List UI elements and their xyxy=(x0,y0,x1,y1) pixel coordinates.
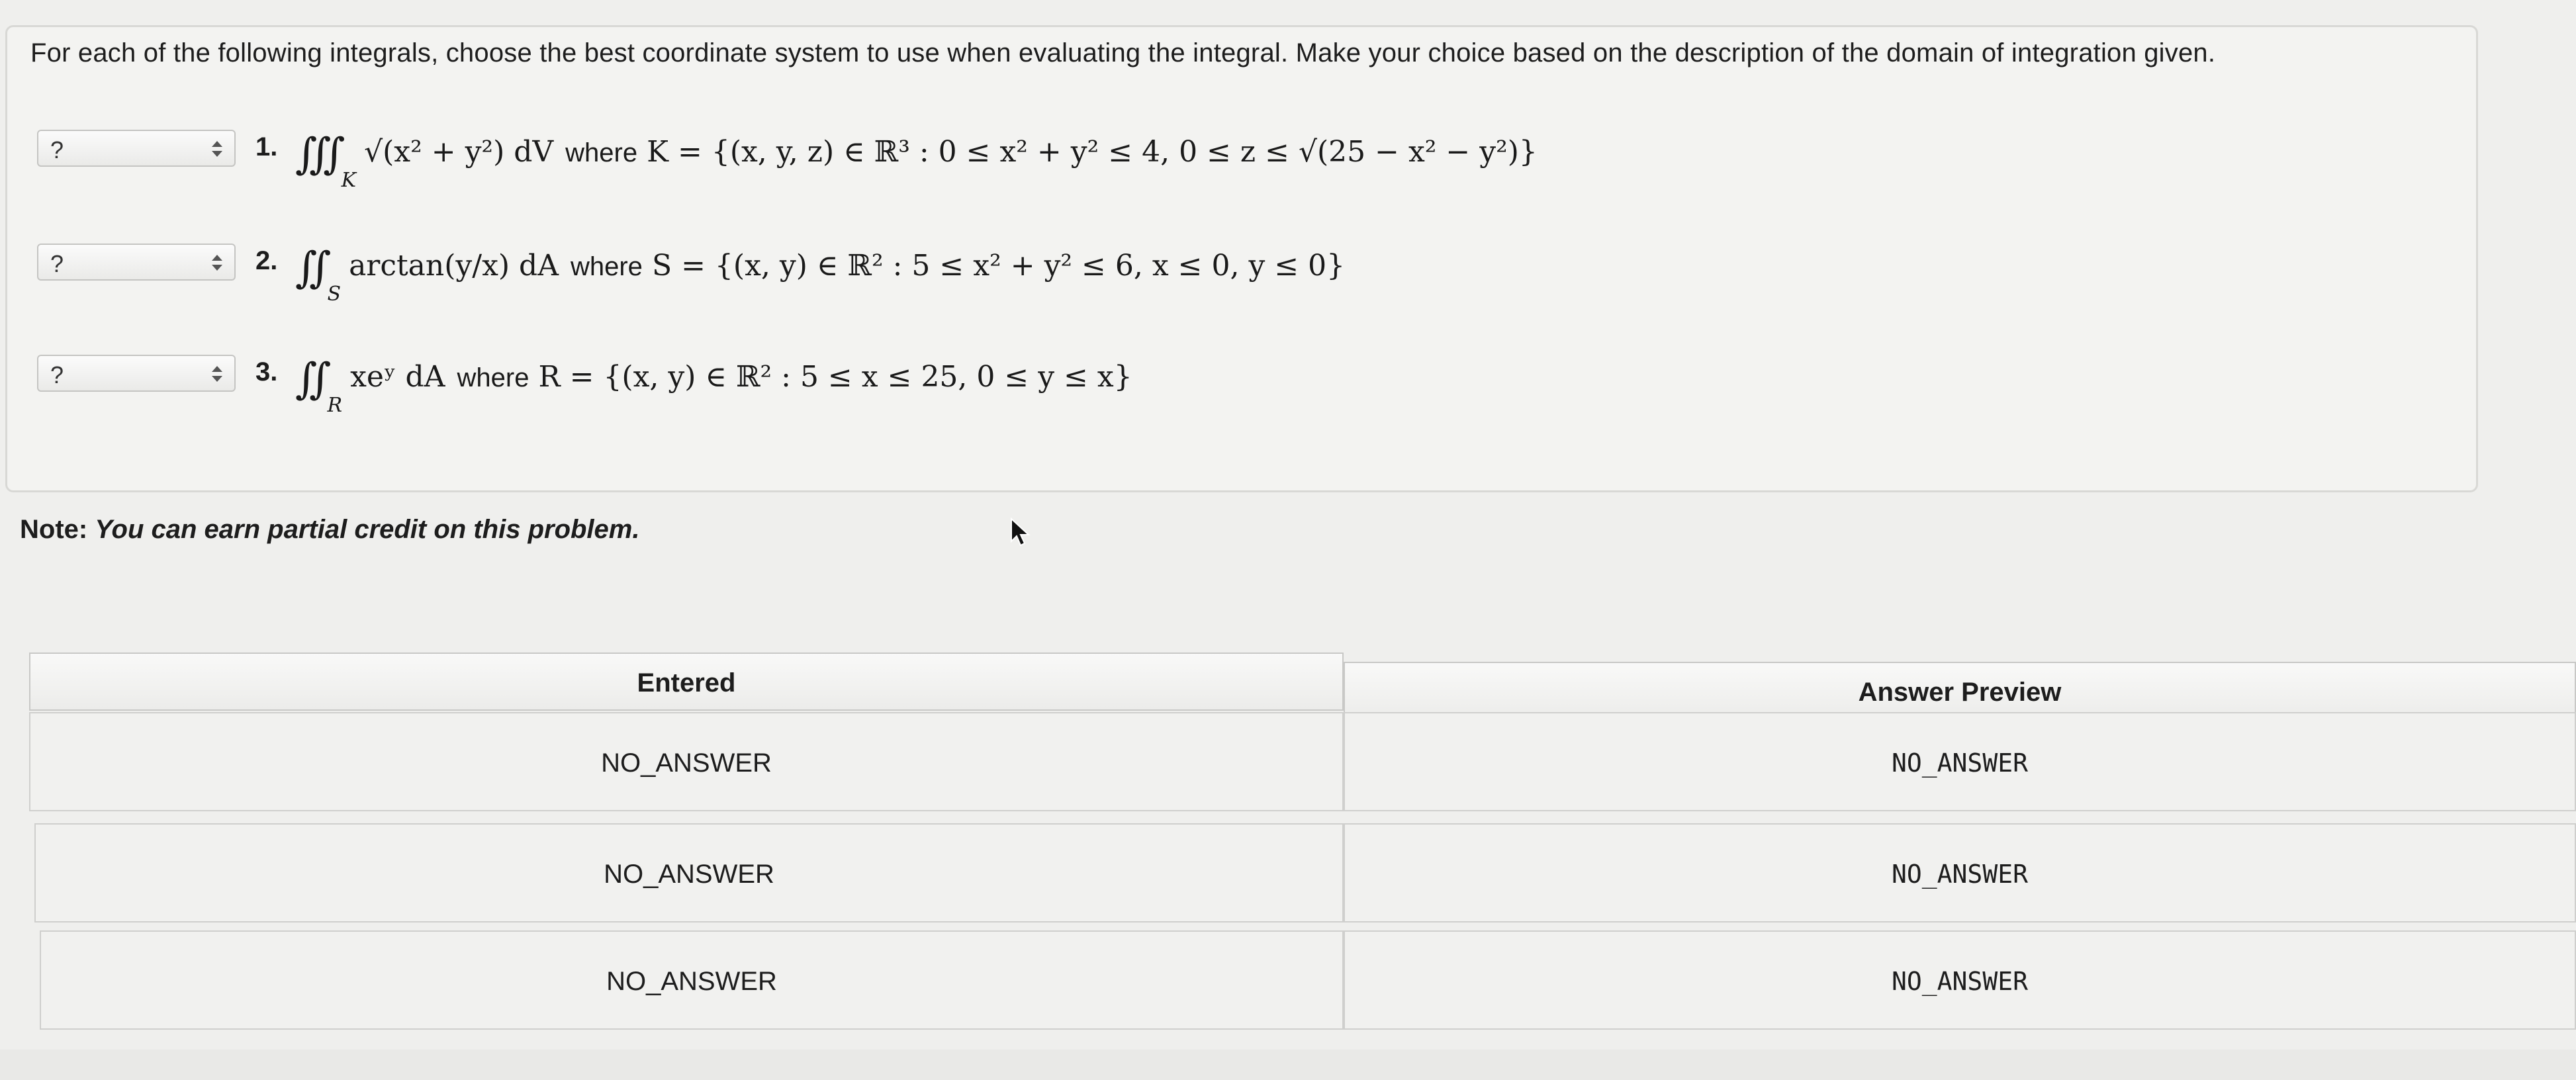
coordinate-select-3[interactable]: ? xyxy=(37,355,236,392)
coordinate-select-2[interactable]: ? xyxy=(37,244,236,281)
question-number: 3. xyxy=(255,357,278,386)
mouse-pointer-icon xyxy=(1011,518,1031,547)
integral-expression-3: ∬Rxeʸ dA where R = {(x, y) ∈ ℝ² : 5 ≤ x ≤ … xyxy=(295,348,1132,417)
question-number: 2. xyxy=(255,246,278,275)
where-word: where xyxy=(565,138,638,167)
note-text: You can earn partial credit on this prob… xyxy=(95,515,640,544)
domain-definition: R = {(x, y) ∈ ℝ² : 5 ≤ x ≤ 25, 0 ≤ y ≤ x… xyxy=(538,360,1132,394)
question-number: 1. xyxy=(255,132,278,161)
table-cell-entered: NO_ANSWER xyxy=(34,823,1344,922)
integrand: xeʸ dA xyxy=(350,360,445,394)
table-cell-preview: NO_ANSWER xyxy=(1344,823,2576,922)
instructions-text: For each of the following integrals, cho… xyxy=(30,38,2216,68)
table-cell-preview: NO_ANSWER xyxy=(1344,930,2576,1030)
domain-definition: S = {(x, y) ∈ ℝ² : 5 ≤ x² + y² ≤ 6, x ≤ … xyxy=(651,249,1346,283)
integral-sign: ∭ xyxy=(295,130,345,179)
header-answer-preview: Answer Preview xyxy=(1344,662,2576,720)
coordinate-select-1[interactable]: ? xyxy=(37,130,236,167)
up-down-chevron-icon xyxy=(212,141,222,157)
integral-expression-2: ∬Sarctan(y/x) dA where S = {(x, y) ∈ ℝ² : … xyxy=(295,237,1346,306)
integral-domain-subscript: S xyxy=(327,283,342,306)
up-down-chevron-icon xyxy=(212,366,222,382)
bottom-margin xyxy=(0,1050,2576,1080)
select-value: ? xyxy=(50,361,64,388)
integral-domain-subscript: R xyxy=(327,394,343,417)
integral-expression-1: ∭K √(x² + y²) dV where K = {(x, y, z) ∈ ℝ³ … xyxy=(295,123,1538,192)
where-word: where xyxy=(570,252,643,281)
partial-credit-note: Note: You can earn partial credit on thi… xyxy=(20,515,639,545)
header-entered: Entered xyxy=(29,652,1344,711)
integral-domain-subscript: K xyxy=(341,169,357,192)
integrand: √(x² + y²) dV xyxy=(364,135,554,169)
domain-definition: K = {(x, y, z) ∈ ℝ³ : 0 ≤ x² + y² ≤ 4, 0… xyxy=(647,135,1538,169)
integrand: arctan(y/x) dA xyxy=(349,249,559,283)
select-value: ? xyxy=(50,136,64,163)
integral-sign: ∬ xyxy=(295,355,332,404)
select-value: ? xyxy=(50,250,64,277)
where-word: where xyxy=(457,363,529,392)
up-down-chevron-icon xyxy=(212,255,222,271)
table-cell-preview: NO_ANSWER xyxy=(1344,712,2576,811)
note-label: Note: xyxy=(20,515,88,544)
results-table: Entered Answer Preview NO_ANSWER NO_ANSW… xyxy=(29,652,2576,1050)
table-cell-entered: NO_ANSWER xyxy=(40,930,1344,1030)
integral-sign: ∬ xyxy=(295,244,332,292)
table-cell-entered: NO_ANSWER xyxy=(29,712,1344,811)
